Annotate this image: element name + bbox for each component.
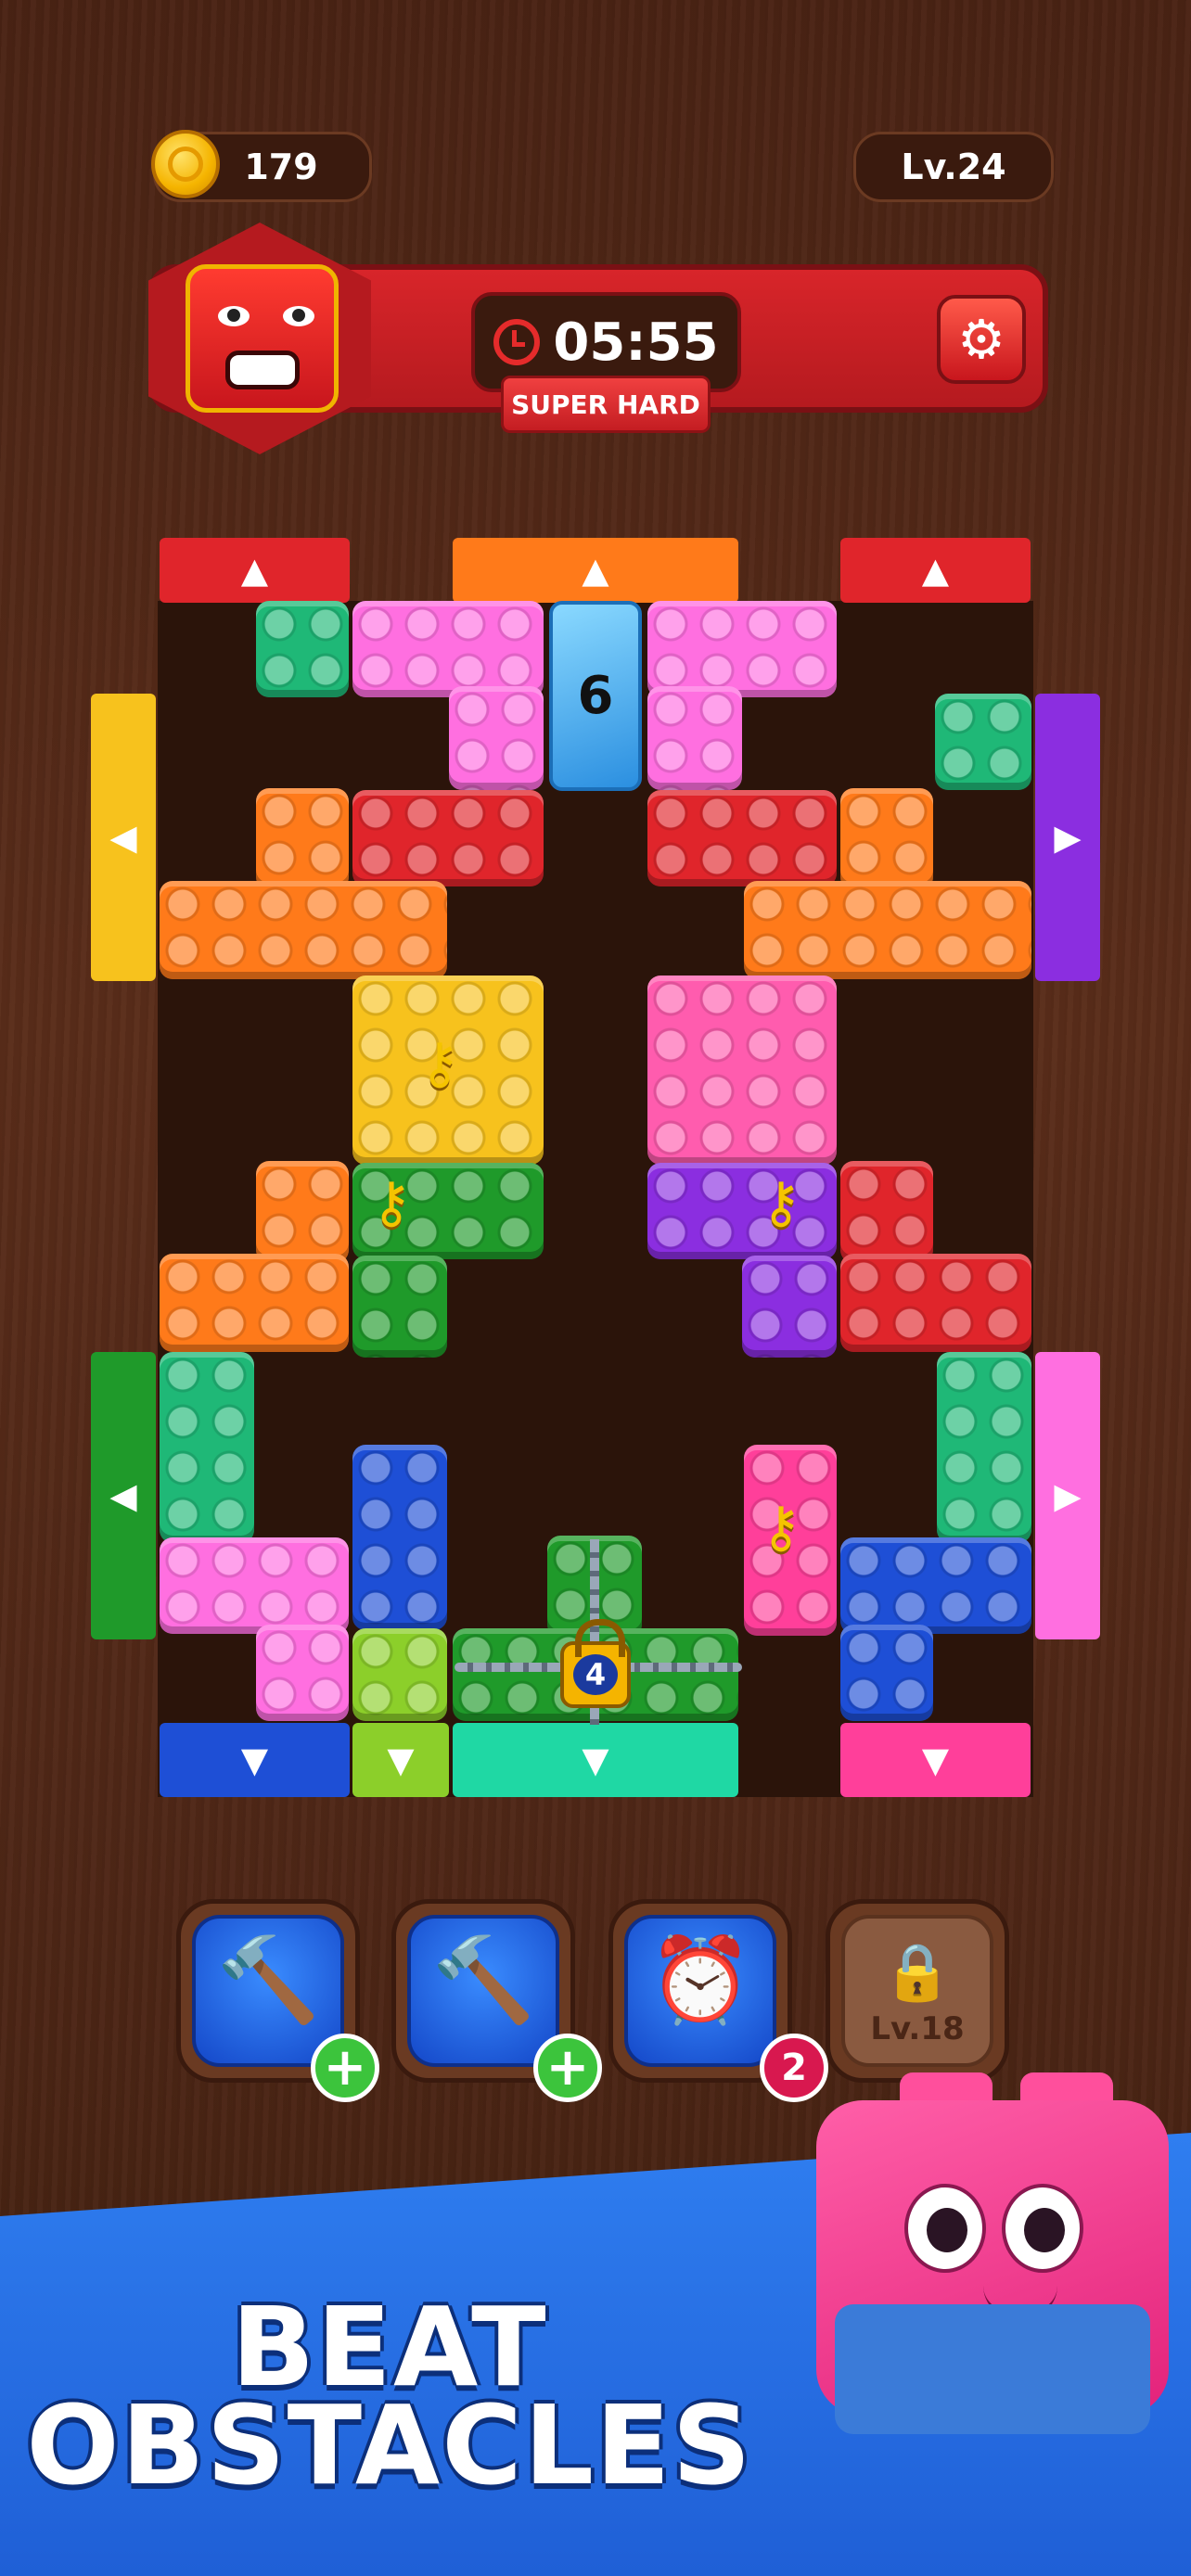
hammer-icon: 🔨	[430, 1932, 536, 2029]
drill-icon: 🔨	[215, 1932, 321, 2029]
lock-counter: 4	[573, 1654, 618, 1695]
exit-gate-pink-bottom: ▼	[840, 1723, 1031, 1797]
exit-gate-yellow-left: ◀	[91, 694, 156, 981]
block-orange[interactable]	[160, 1254, 349, 1352]
exit-gate-teal-bottom: ▼	[453, 1723, 738, 1797]
block-orange[interactable]	[256, 788, 349, 890]
block-green[interactable]	[256, 601, 349, 697]
exit-gate-pink-right: ▶	[1035, 1352, 1100, 1639]
block-blue[interactable]	[352, 1445, 447, 1630]
lock-icon: 🔒	[882, 1940, 953, 2005]
banner-headline-line2: OBSTACLES	[26, 2381, 753, 2509]
block-pink[interactable]	[647, 976, 837, 1165]
exit-gate-purple-right: ▶	[1035, 694, 1100, 981]
block-pink[interactable]	[647, 686, 742, 790]
block-lime[interactable]	[352, 1628, 447, 1721]
level-indicator: Lv.24	[853, 132, 1054, 202]
exit-gate-green-left: ◀	[91, 1352, 156, 1639]
block-red[interactable]	[647, 790, 837, 886]
block-green[interactable]	[937, 1352, 1031, 1543]
block-orange[interactable]	[160, 881, 447, 979]
booster-hammer[interactable]: 🔨 +	[391, 1899, 602, 2102]
block-red[interactable]	[352, 790, 544, 886]
exit-gate-lime-bottom: ▼	[352, 1723, 449, 1797]
exit-gate-orange-top: ▲	[453, 538, 738, 603]
pink-block-mascot	[816, 2072, 1178, 2462]
settings-button[interactable]: ⚙	[937, 295, 1026, 384]
unlock-level-label: Lv.18	[870, 2010, 965, 2047]
block-red[interactable]	[840, 1161, 933, 1263]
exit-gate-blue-bottom: ▼	[160, 1723, 350, 1797]
key-icon: ⚷	[761, 1170, 801, 1235]
booster-locked: 🔒 Lv.18	[826, 1899, 1009, 2083]
alarm-clock-icon: ⏰	[647, 1932, 753, 2029]
block-orange[interactable]	[744, 881, 1031, 979]
gear-icon: ⚙	[957, 308, 1005, 371]
booster-freeze-clock[interactable]: ⏰ 2	[608, 1899, 828, 2102]
block-red[interactable]	[840, 1254, 1031, 1352]
key-icon: ⚷	[419, 1031, 460, 1096]
exit-gate-red-top-right: ▲	[840, 538, 1031, 603]
block-pink[interactable]	[256, 1625, 349, 1721]
booster-drill[interactable]: 🔨 +	[176, 1899, 379, 2102]
timer-value: 05:55	[553, 312, 719, 373]
frozen-block-count: 6	[577, 666, 614, 726]
block-pink[interactable]	[449, 686, 544, 790]
add-booster-button[interactable]: +	[533, 2034, 602, 2102]
block-blue[interactable]	[840, 1537, 1031, 1634]
block-green[interactable]	[160, 1352, 254, 1543]
block-purple-key[interactable]	[742, 1256, 837, 1358]
block-pink[interactable]	[352, 601, 544, 697]
block-orange[interactable]	[256, 1161, 349, 1263]
key-icon: ⚷	[371, 1170, 412, 1235]
frozen-block[interactable]: 6	[549, 601, 642, 791]
difficulty-badge: SUPER HARD	[501, 376, 711, 433]
key-icon: ⚷	[761, 1495, 801, 1560]
block-blue[interactable]	[840, 1625, 933, 1721]
coin-icon	[151, 130, 220, 198]
block-green[interactable]	[935, 694, 1031, 790]
block-pink[interactable]	[160, 1537, 349, 1634]
clock-icon	[493, 319, 541, 365]
block-pink[interactable]	[647, 601, 837, 697]
exit-gate-red-top-left: ▲	[160, 538, 350, 603]
block-orange[interactable]	[840, 788, 933, 890]
coin-count: 179	[244, 147, 318, 187]
add-booster-button[interactable]: +	[311, 2034, 379, 2102]
block-purple-key[interactable]	[647, 1163, 837, 1259]
angry-block-boss-icon	[186, 264, 339, 413]
padlock-icon: 4	[560, 1619, 631, 1708]
block-green-key[interactable]	[352, 1256, 447, 1358]
